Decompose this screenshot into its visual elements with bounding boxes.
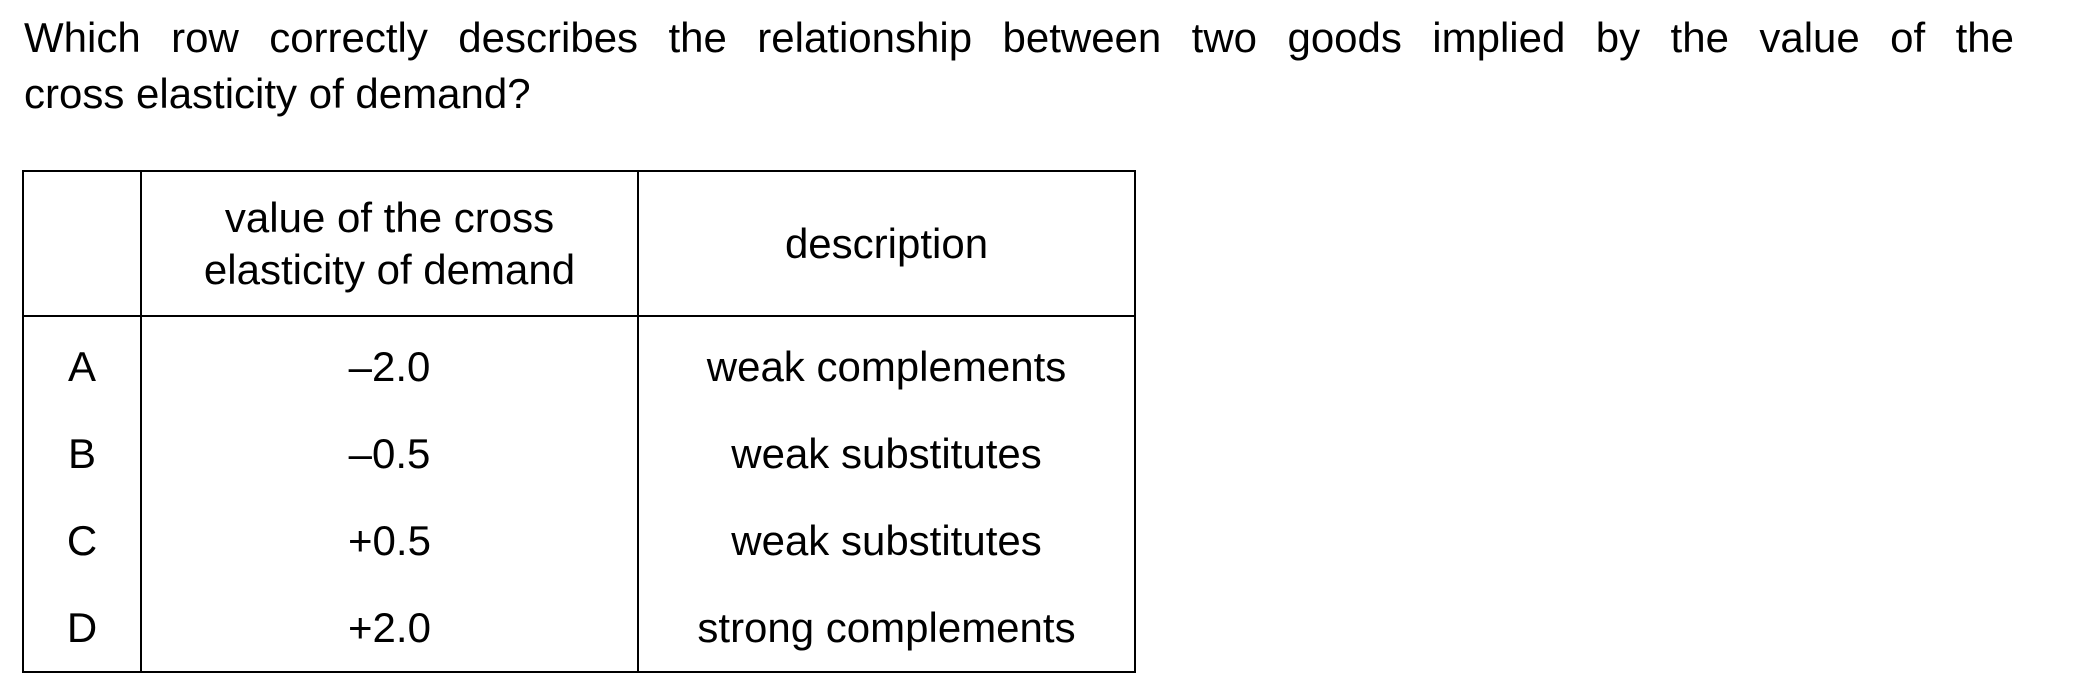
question-line-2: cross elasticity of demand? xyxy=(24,70,531,117)
option-letter: C xyxy=(22,497,142,584)
header-letter-cell xyxy=(22,170,142,317)
option-description: weak substitutes xyxy=(637,410,1136,497)
table-row: D +2.0 strong complements xyxy=(22,584,1136,673)
header-value-line-2: elasticity of demand xyxy=(203,245,576,293)
option-description: weak substitutes xyxy=(637,497,1136,584)
option-description: strong complements xyxy=(637,584,1136,673)
table-row: B –0.5 weak substitutes xyxy=(22,410,1136,497)
question-line-1: Which row correctly describes the relati… xyxy=(24,14,2014,61)
options-table: value of the cross elasticity of demand … xyxy=(22,170,1136,673)
header-value-cell: value of the cross elasticity of demand xyxy=(140,170,639,317)
option-value: +2.0 xyxy=(140,584,639,673)
option-description: weak complements xyxy=(637,316,1136,410)
header-description-cell: description xyxy=(637,170,1136,317)
option-letter: D xyxy=(22,584,142,673)
option-letter: B xyxy=(22,410,142,497)
table-header-row: value of the cross elasticity of demand … xyxy=(22,170,1136,317)
table-row: C +0.5 weak substitutes xyxy=(22,497,1136,584)
option-value: –2.0 xyxy=(140,316,639,410)
header-value-line-1: value of the cross xyxy=(224,193,555,241)
table-row: A –2.0 weak complements xyxy=(22,316,1136,410)
option-value: +0.5 xyxy=(140,497,639,584)
option-letter: A xyxy=(22,316,142,410)
question-text: Which row correctly describes the relati… xyxy=(24,10,2014,122)
option-value: –0.5 xyxy=(140,410,639,497)
